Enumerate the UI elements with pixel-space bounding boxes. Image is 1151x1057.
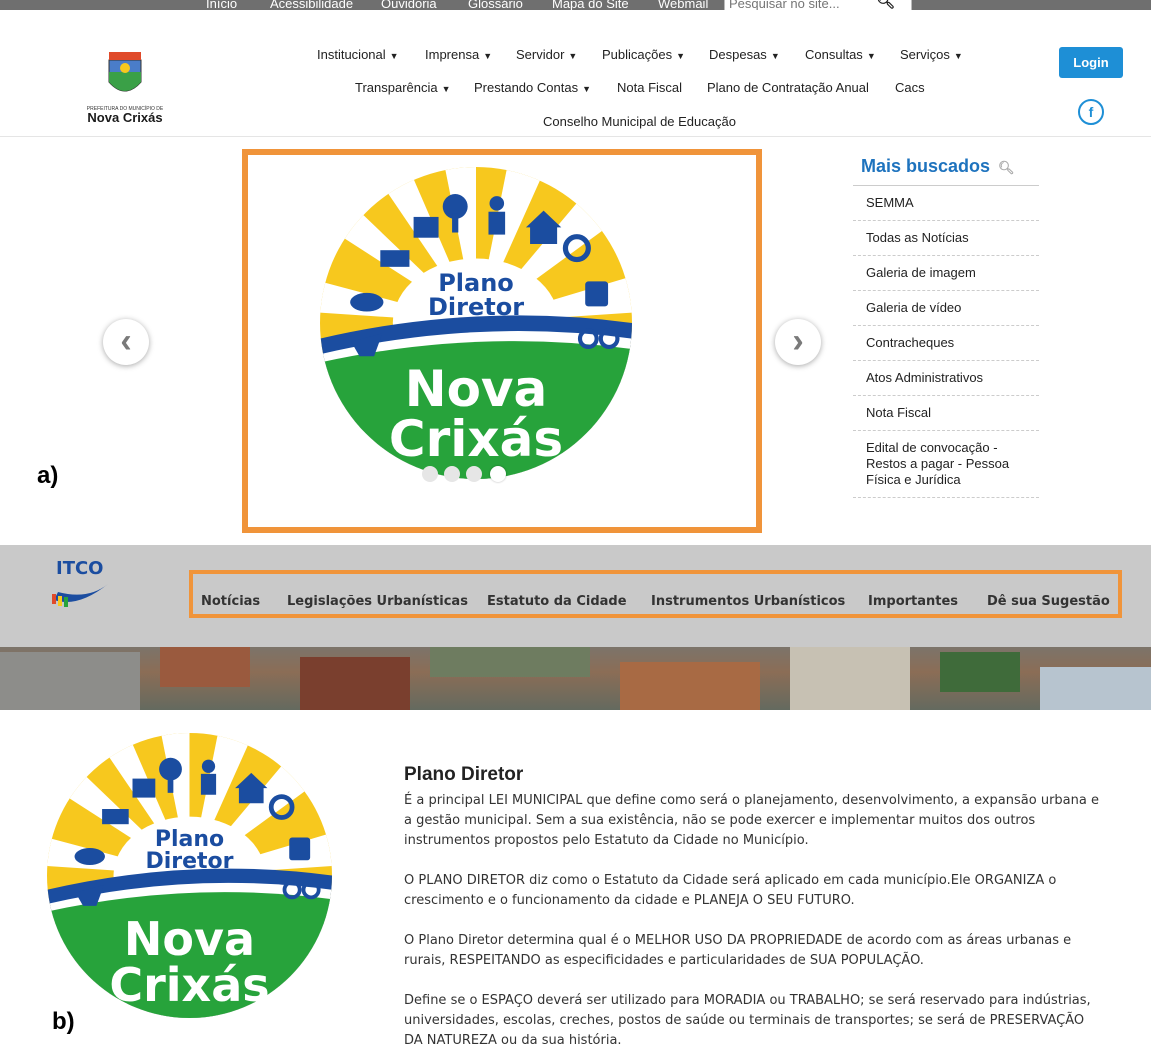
carousel-prev-button[interactable]: ‹ [103, 319, 149, 365]
logo-diretor-text: Diretor [427, 293, 525, 321]
nav-label: Imprensa [425, 47, 480, 62]
itco-menu-instrumentos[interactable]: Instrumentos Urbanísticos [651, 594, 845, 609]
nav-plano-contratacao[interactable]: Plano de Contratação Anual [707, 80, 869, 95]
carousel-next-button[interactable]: › [775, 319, 821, 365]
mais-buscados-item[interactable]: SEMMA [853, 186, 1039, 221]
search-icon: 🔍︎ [998, 160, 1015, 175]
caret-down-icon: ▼ [866, 51, 876, 61]
nav-label: Despesas [709, 47, 767, 62]
itco-menu-sugestao[interactable]: Dê sua Sugestão [987, 594, 1110, 609]
carousel-dot-1[interactable] [422, 466, 438, 482]
aerial-photo-shapes [0, 647, 1151, 710]
coat-of-arms-icon [108, 52, 142, 92]
itco-swoosh-icon [52, 584, 108, 607]
plano-paragraph-3: O Plano Diretor determina qual é o MELHO… [404, 933, 1072, 968]
mais-buscados-title: Mais buscados [861, 156, 991, 176]
caret-down-icon: ▼ [953, 51, 963, 61]
nav-consultas[interactable]: Consultas ▼ [805, 47, 876, 62]
chevron-right-icon: › [792, 322, 804, 360]
plano-diretor-logo-image-b: Plano Diretor Nova Crixás [47, 733, 332, 1018]
nav-label: Consultas [805, 47, 863, 62]
nav-servicos[interactable]: Serviços ▼ [900, 47, 963, 62]
caret-down-icon: ▼ [483, 51, 493, 61]
logo-crixas-text: Crixás [388, 410, 564, 468]
mais-buscados-item[interactable]: Edital de convocação - Restos a pagar - … [853, 431, 1039, 498]
plano-diretor-heading: Plano Diretor [404, 764, 524, 785]
logo-diretor-text-b: Diretor [145, 849, 234, 874]
aerial-city-banner-image [0, 647, 1151, 710]
logo-plano-text-b: Plano [154, 827, 225, 852]
municipality-logo[interactable]: PREFEITURA DO MUNICÍPIO DE Nova Crixás [84, 50, 166, 130]
logo-caption: Nova Crixás [87, 110, 163, 125]
mais-buscados-item[interactable]: Contracheques [853, 326, 1039, 361]
plano-paragraph-2: O PLANO DIRETOR diz como o Estatuto da C… [404, 873, 1057, 908]
logo-nova-text-b: Nova [123, 912, 256, 966]
nav-label: Serviços [900, 47, 950, 62]
nav-servidor[interactable]: Servidor ▼ [516, 47, 577, 62]
top-bar: Início Acessibilidade Ouvidoria Glossári… [0, 0, 1151, 11]
nav-label: Institucional [317, 47, 386, 62]
nav-cacs[interactable]: Cacs [895, 80, 925, 95]
nav-despesas[interactable]: Despesas ▼ [709, 47, 780, 62]
plano-paragraph-1: É a principal LEI MUNICIPAL que define c… [404, 793, 1099, 848]
logo-plano-text: Plano [438, 269, 514, 297]
itco-logo[interactable]: ITCO [48, 558, 114, 610]
nav-nota-fiscal[interactable]: Nota Fiscal [617, 80, 682, 95]
carousel-dot-4[interactable] [490, 466, 506, 482]
figure-label-a: a) [37, 462, 59, 489]
itco-logo-text: ITCO [56, 558, 104, 579]
chevron-left-icon: ‹ [120, 322, 132, 360]
login-button[interactable]: Login [1059, 47, 1123, 78]
caret-down-icon: ▼ [568, 51, 578, 61]
mais-buscados-item[interactable]: Galeria de vídeo [853, 291, 1039, 326]
caret-down-icon: ▼ [389, 51, 399, 61]
carousel-dot-3[interactable] [466, 466, 482, 482]
plano-paragraph-4: Define se o ESPAÇO deverá ser utilizado … [404, 993, 1091, 1048]
nav-label: Servidor [516, 47, 565, 62]
site-header: PREFEITURA DO MUNICÍPIO DE Nova Crixás I… [0, 10, 1151, 137]
carousel-dot-2[interactable] [444, 466, 460, 482]
caret-down-icon: ▼ [770, 51, 780, 61]
itco-menu-legislacoes[interactable]: Legislações Urbanísticas [287, 594, 468, 609]
facebook-icon[interactable]: f [1078, 99, 1104, 125]
mais-buscados-item[interactable]: Nota Fiscal [853, 396, 1039, 431]
nav-label: Publicações [602, 47, 673, 62]
itco-navbar: ITCO Notícias Legislações Urbanísticas E… [0, 545, 1151, 647]
nav-publicacoes[interactable]: Publicações ▼ [602, 47, 685, 62]
itco-menu-importantes[interactable]: Importantes [868, 594, 958, 609]
nav-label: Prestando Contas [474, 80, 579, 95]
caret-down-icon: ▼ [676, 51, 686, 61]
itco-menu-highlight-frame: Notícias Legislações Urbanísticas Estatu… [189, 570, 1122, 618]
itco-menu-noticias[interactable]: Notícias [201, 594, 260, 609]
mais-buscados-item[interactable]: Todas as Notícias [853, 221, 1039, 256]
itco-menu-estatuto[interactable]: Estatuto da Cidade [487, 594, 627, 609]
nav-prestando-contas[interactable]: Prestando Contas ▼ [474, 80, 591, 95]
nav-label: Transparência [355, 80, 438, 95]
logo-nova-text: Nova [404, 360, 548, 418]
mais-buscados-item[interactable]: Atos Administrativos [853, 361, 1039, 396]
caret-down-icon: ▼ [582, 84, 591, 94]
carousel-slide-image[interactable]: Plano Diretor Nova Crixás [320, 167, 632, 479]
mais-buscados-item[interactable]: Galeria de imagem [853, 256, 1039, 291]
nav-imprensa[interactable]: Imprensa ▼ [425, 47, 492, 62]
caret-down-icon: ▼ [441, 84, 451, 94]
mais-buscados-heading: Mais buscados 🔍︎ [853, 152, 1039, 186]
mais-buscados-list: SEMMA Todas as Notícias Galeria de image… [853, 186, 1039, 498]
nav-transparencia[interactable]: Transparência ▼ [355, 80, 451, 95]
logo-crixas-text-b: Crixás [109, 958, 270, 1012]
nav-conselho-educacao[interactable]: Conselho Municipal de Educação [543, 114, 736, 129]
mais-buscados-panel: Mais buscados 🔍︎ SEMMA Todas as Notícias … [853, 152, 1039, 498]
nav-institucional[interactable]: Institucional ▼ [317, 47, 399, 62]
figure-label-b: b) [52, 1008, 75, 1035]
search-icon[interactable]: 🔍︎ [876, 0, 895, 10]
